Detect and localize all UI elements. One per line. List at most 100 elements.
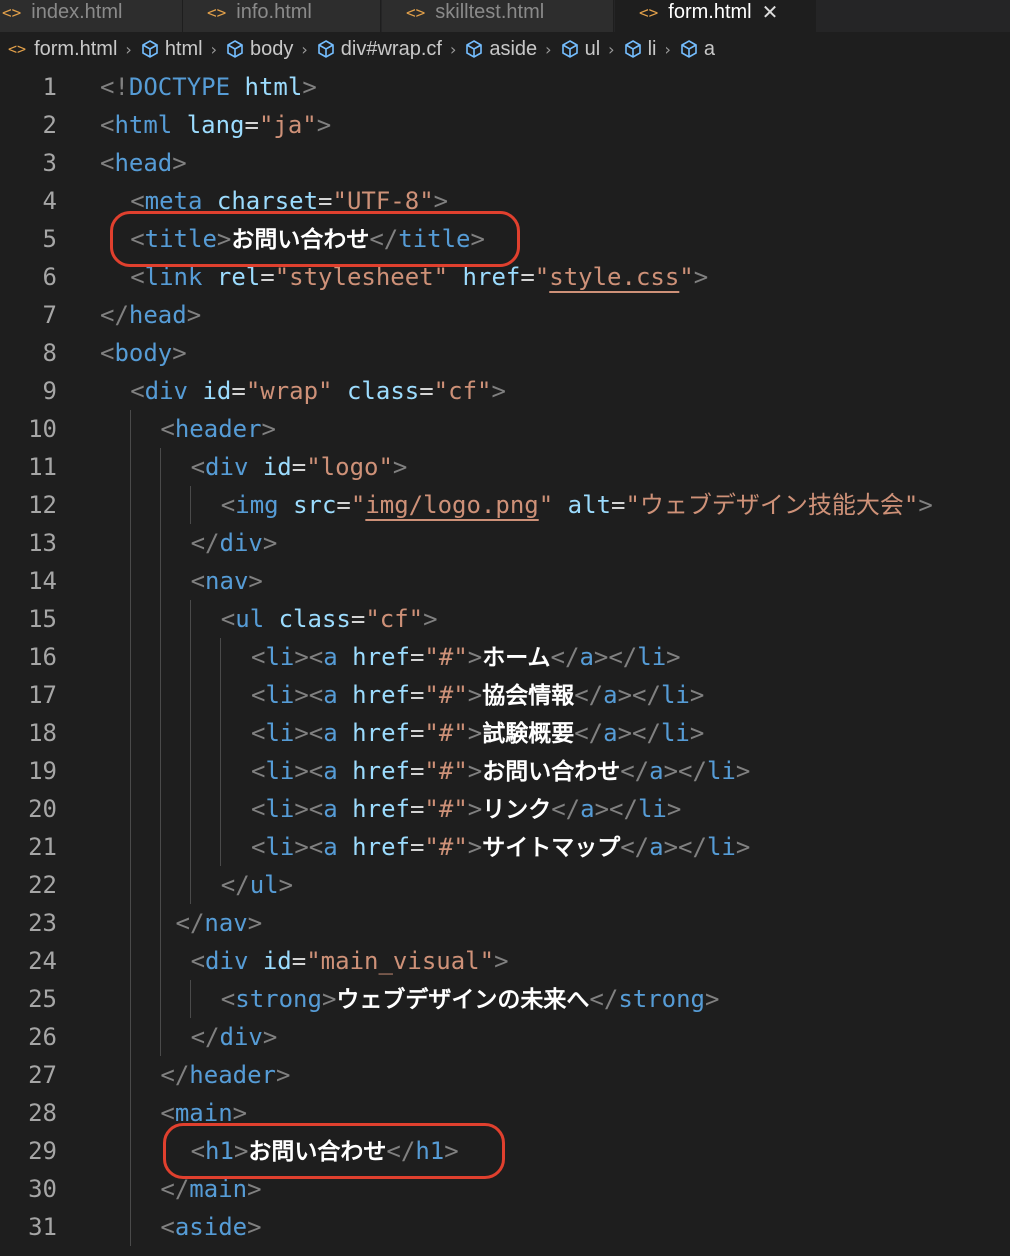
line-number: 12	[28, 491, 57, 519]
token-attr: html	[244, 73, 303, 101]
breadcrumb-file[interactable]: <> form.html	[8, 38, 117, 61]
token-eq: =	[409, 719, 425, 747]
token-tag: main	[189, 1175, 248, 1203]
symbol-element-icon	[560, 39, 580, 59]
code-editor[interactable]: 1 <!DOCTYPE html> 2 <html lang="ja"> 3 <head>…	[0, 68, 1010, 1256]
breadcrumb-item-label: body	[250, 37, 294, 60]
code-text: <aside>	[160, 1208, 261, 1246]
breadcrumb-item-body[interactable]: body	[225, 38, 293, 61]
token-punct: >	[262, 529, 278, 557]
token-punct: >	[172, 149, 187, 177]
token-punct: >	[467, 757, 483, 785]
token-punct: ></	[594, 795, 638, 823]
token-punct: >	[444, 1137, 459, 1165]
token-punct: <	[100, 149, 115, 177]
token-punct: <	[190, 567, 206, 595]
token-punct: ></	[663, 833, 707, 861]
token-punct: </	[100, 301, 129, 329]
breadcrumb-item-ul[interactable]: ul	[560, 38, 600, 61]
code-line-18: 18 <li><a href="#">試験概要</a></li>	[0, 714, 1010, 752]
code-text: <li><a href="#">協会情報</a></li>	[251, 676, 704, 715]
code-line-24: 24 <div id="main_visual">	[0, 942, 1010, 980]
code-text: <li><a href="#">試験概要</a></li>	[251, 714, 704, 753]
token-punct: </	[220, 871, 250, 899]
token-punct: >	[423, 605, 438, 633]
code-text: <body>	[100, 334, 187, 372]
token-punct: >	[467, 719, 483, 747]
tab-info-html[interactable]: <> info.html	[183, 0, 381, 32]
symbol-element-icon	[140, 39, 160, 59]
breadcrumb-file-label: form.html	[34, 37, 118, 60]
token-tag: main	[174, 1099, 233, 1127]
token-punct: >	[470, 225, 485, 253]
token-text: お問い合わせ	[231, 227, 370, 253]
token-str: "cf"	[433, 377, 492, 405]
token-punct: </	[589, 985, 619, 1013]
token-punct: </	[175, 909, 205, 937]
code-line-9: 9 <div id="wrap" class="cf">	[0, 372, 1010, 410]
token-punct: >	[467, 643, 483, 671]
token-attr: alt	[567, 491, 611, 519]
token-punct: <	[251, 757, 266, 785]
token-attr: href	[352, 719, 410, 747]
code-text: <link rel="stylesheet" href="style.css">	[130, 258, 708, 296]
breadcrumb-item-div-wrap-cf[interactable]: div#wrap.cf	[316, 38, 442, 61]
token-tag: body	[114, 339, 173, 367]
token-eq: =	[419, 377, 434, 405]
token-str[interactable]: style.css	[549, 263, 679, 291]
code-text: <!DOCTYPE html>	[100, 68, 317, 106]
token-punct: <	[100, 111, 115, 139]
breadcrumb-item-li[interactable]: li	[623, 38, 656, 61]
token-str: "main_visual"	[306, 947, 495, 975]
token-punct: >	[433, 187, 449, 215]
token-punct: >	[316, 111, 332, 139]
token-str: "	[679, 263, 694, 291]
token-text: ウェブデザインの未来へ	[336, 987, 590, 1013]
tab-skilltest-html[interactable]: <> skilltest.html	[382, 0, 614, 32]
code-text: <main>	[160, 1094, 247, 1132]
breadcrumb-item-html[interactable]: html	[140, 38, 203, 61]
token-str: "wrap"	[245, 377, 333, 405]
breadcrumb-item-label: div#wrap.cf	[340, 37, 442, 60]
token-tag: h1	[415, 1137, 445, 1165]
token-eq: =	[409, 757, 425, 785]
token-tag: img	[235, 491, 279, 519]
code-text: <li><a href="#">サイトマップ</a></li>	[251, 828, 750, 867]
code-text: <title>お問い合わせ</title>	[130, 220, 485, 259]
token-punct: >	[247, 909, 263, 937]
token-tag: a	[603, 719, 618, 747]
line-number: 15	[28, 605, 57, 633]
code-text: <div id="logo">	[191, 448, 408, 486]
token-str: "#"	[424, 719, 468, 747]
line-number: 29	[28, 1137, 57, 1165]
code-line-1: 1 <!DOCTYPE html>	[0, 68, 1010, 106]
code-text: <div id="wrap" class="cf">	[130, 372, 506, 410]
code-line-14: 14 <nav>	[0, 562, 1010, 600]
code-line-26: 26 </div>	[0, 1018, 1010, 1056]
code-line-29: 29 <h1>お問い合わせ</h1>	[0, 1132, 1010, 1170]
chevron-right-icon: ›	[449, 39, 457, 59]
token-punct: <!	[100, 73, 129, 101]
token-punct: </	[574, 719, 604, 747]
tab-form-html[interactable]: <> form.html ✕	[615, 0, 816, 32]
token-text: 協会情報	[482, 683, 575, 709]
code-text: </head>	[100, 296, 201, 334]
code-line-2: 2 <html lang="ja">	[0, 106, 1010, 144]
tab-index-html[interactable]: <> index.html	[0, 0, 183, 32]
token-attr: class	[346, 377, 420, 405]
token-tag: a	[323, 681, 338, 709]
token-punct: >	[689, 681, 705, 709]
tab-content: <> index.html	[2, 0, 122, 32]
breadcrumb-item-aside[interactable]: aside	[464, 38, 537, 61]
token-punct: <	[130, 225, 145, 253]
token-tag: strong	[618, 985, 706, 1013]
code-line-10: 10 <header>	[0, 410, 1010, 448]
code-text: </header>	[160, 1056, 290, 1094]
close-icon[interactable]: ✕	[762, 0, 779, 24]
breadcrumb-item-a[interactable]: a	[679, 38, 715, 61]
token-str[interactable]: img/logo.png	[365, 491, 538, 519]
token-punct: </	[190, 1023, 220, 1051]
